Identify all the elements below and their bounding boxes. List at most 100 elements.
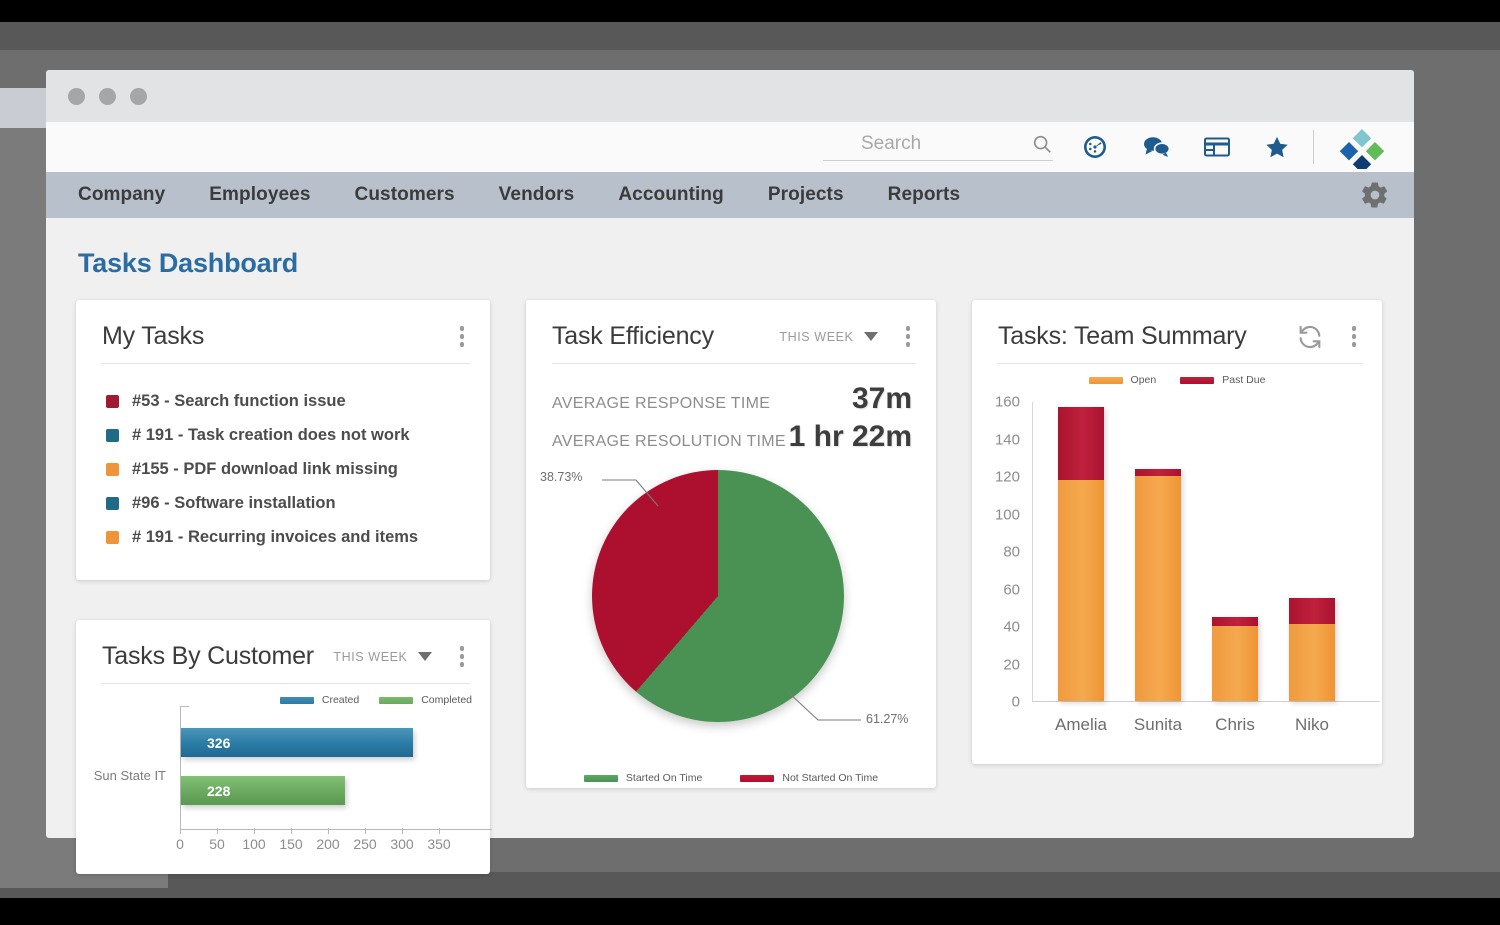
- bar-segment-open[interactable]: [1058, 479, 1104, 701]
- plot-area: 160 140 120 100 80 60 40 20 0 Amelia Sun…: [995, 394, 1380, 734]
- bar-stack-chris[interactable]: Chris: [1212, 616, 1258, 734]
- y-tick-label: 100: [994, 506, 1020, 523]
- x-tick: [439, 828, 440, 834]
- gear-icon[interactable]: [1360, 180, 1390, 210]
- bar-value-created: 326: [207, 734, 231, 751]
- list-item[interactable]: # 191 - Task creation does not work: [106, 418, 464, 452]
- bar-segment-past-due[interactable]: [1289, 597, 1335, 625]
- y-axis-cap: [180, 706, 189, 707]
- chevron-down-icon[interactable]: [863, 332, 878, 341]
- bar-stack-niko[interactable]: Niko: [1289, 597, 1335, 734]
- list-item[interactable]: #53 - Search function issue: [106, 384, 464, 418]
- x-tick: [365, 828, 366, 834]
- chevron-down-icon[interactable]: [417, 652, 432, 661]
- dashboard-content: Tasks Dashboard My Tasks #53 - Search fu…: [46, 218, 1414, 874]
- x-tick-label: Niko: [1294, 715, 1330, 734]
- x-tick: [291, 828, 292, 834]
- bar-stack-sunita[interactable]: Sunita: [1134, 468, 1182, 734]
- menu-item-reports[interactable]: Reports: [866, 184, 983, 206]
- menu-item-vendors[interactable]: Vendors: [477, 184, 597, 206]
- bar-segment-past-due[interactable]: [1135, 468, 1181, 476]
- legend-swatch: [1180, 376, 1215, 384]
- dashboard-gauge-icon[interactable]: [1081, 133, 1109, 161]
- task-efficiency-menu-button[interactable]: [900, 322, 917, 351]
- task-label: #155 - PDF download link missing: [132, 459, 398, 478]
- search-box[interactable]: [823, 133, 1053, 161]
- top-toolbar: [46, 122, 1414, 172]
- star-icon[interactable]: [1263, 134, 1291, 161]
- app-logo-diamonds[interactable]: [1340, 125, 1384, 169]
- x-tick-label: 150: [279, 836, 303, 852]
- list-item[interactable]: #96 - Software installation: [106, 486, 464, 520]
- bar-segment-past-due[interactable]: [1058, 406, 1104, 480]
- window-titlebar: [46, 70, 1414, 122]
- bar-created[interactable]: 326: [181, 728, 413, 757]
- y-tick-label: 120: [994, 468, 1020, 486]
- card-task-efficiency: Task Efficiency THIS WEEK AVERAGE RESPON…: [526, 300, 936, 788]
- maximize-button[interactable]: [130, 88, 147, 105]
- search-input[interactable]: [823, 133, 1003, 155]
- x-axis: [180, 829, 492, 830]
- refresh-icon[interactable]: [1296, 323, 1324, 351]
- metric-label: AVERAGE RESOLUTION TIME: [552, 433, 786, 450]
- metric-value: 37m: [851, 382, 912, 415]
- x-axis: [1032, 701, 1380, 702]
- legend-item-open: Open: [1088, 374, 1157, 386]
- bar-segment-past-due[interactable]: [1212, 616, 1258, 626]
- x-tick-label: 200: [316, 836, 340, 852]
- period-selector[interactable]: THIS WEEK: [779, 330, 878, 344]
- x-tick-label: 350: [427, 836, 451, 852]
- status-swatch: [106, 462, 119, 476]
- bar-segment-open[interactable]: [1212, 626, 1258, 701]
- team-summary-menu-button[interactable]: [1346, 322, 1363, 351]
- x-tick-label: 100: [242, 836, 266, 852]
- my-tasks-menu-button[interactable]: [454, 322, 471, 351]
- task-efficiency-pie-chart: 38.73% 61.27% Started On Time Not Starte…: [526, 458, 936, 788]
- x-tick-label: Chris: [1215, 715, 1255, 734]
- status-swatch: [106, 496, 119, 510]
- team-summary-chart: Open Past Due 160 140 120 100 80 60 40 2…: [972, 364, 1382, 764]
- legend-swatch: [279, 696, 314, 704]
- toolbar-icon-group: [1081, 133, 1291, 161]
- my-tasks-list: #53 - Search function issue # 191 - Task…: [76, 364, 490, 580]
- period-selector[interactable]: THIS WEEK: [333, 650, 432, 664]
- search-icon[interactable]: [1031, 133, 1053, 155]
- desktop-backdrop-top-band: [0, 22, 1500, 50]
- close-button[interactable]: [68, 88, 85, 105]
- x-tick-label: Sunita: [1133, 715, 1183, 734]
- task-label: # 191 - Recurring invoices and items: [132, 527, 419, 546]
- list-item[interactable]: #155 - PDF download link missing: [106, 452, 464, 486]
- menu-item-projects[interactable]: Projects: [746, 184, 866, 206]
- menu-item-employees[interactable]: Employees: [187, 184, 332, 206]
- status-swatch: [106, 394, 119, 408]
- minimize-button[interactable]: [99, 88, 116, 105]
- bar-segment-open[interactable]: [1289, 624, 1335, 701]
- legend-item-completed: Completed: [379, 694, 472, 706]
- bar-segment-open[interactable]: [1135, 476, 1181, 701]
- bar-stack-amelia[interactable]: Amelia: [1055, 406, 1107, 734]
- tasks-by-customer-menu-button[interactable]: [454, 642, 471, 671]
- menu-item-customers[interactable]: Customers: [333, 184, 477, 206]
- legend-item-not-started-on-time: Not Started On Time: [740, 772, 878, 784]
- card-header: My Tasks: [76, 300, 490, 351]
- x-tick: [328, 828, 329, 834]
- y-tick-label: 40: [1003, 618, 1020, 636]
- card-header: Task Efficiency THIS WEEK: [526, 300, 936, 351]
- bar-completed[interactable]: 228: [181, 776, 345, 805]
- card-header: Tasks: Team Summary: [972, 300, 1382, 351]
- window-controls: [68, 88, 147, 105]
- card-header: Tasks By Customer THIS WEEK: [76, 620, 490, 671]
- tasks-by-customer-chart: Created Completed Sun State IT 326 228 0…: [76, 684, 492, 874]
- chat-bubbles-icon[interactable]: [1141, 134, 1171, 160]
- metric-average-resolution-time: AVERAGE RESOLUTION TIME 1 hr 22m: [552, 420, 912, 454]
- menu-item-accounting[interactable]: Accounting: [596, 184, 746, 206]
- list-item[interactable]: # 191 - Recurring invoices and items: [106, 520, 464, 554]
- x-tick-label: Amelia: [1055, 715, 1107, 734]
- legend-label: Open: [1130, 374, 1157, 386]
- menu-item-company[interactable]: Company: [56, 184, 187, 206]
- category-label-sun-state-it: Sun State IT: [93, 768, 166, 783]
- table-grid-icon[interactable]: [1203, 135, 1231, 159]
- x-tick-label: 300: [390, 836, 414, 852]
- y-tick-label: 20: [1003, 656, 1020, 673]
- efficiency-metrics: AVERAGE RESPONSE TIME 37m AVERAGE RESOLU…: [526, 364, 936, 454]
